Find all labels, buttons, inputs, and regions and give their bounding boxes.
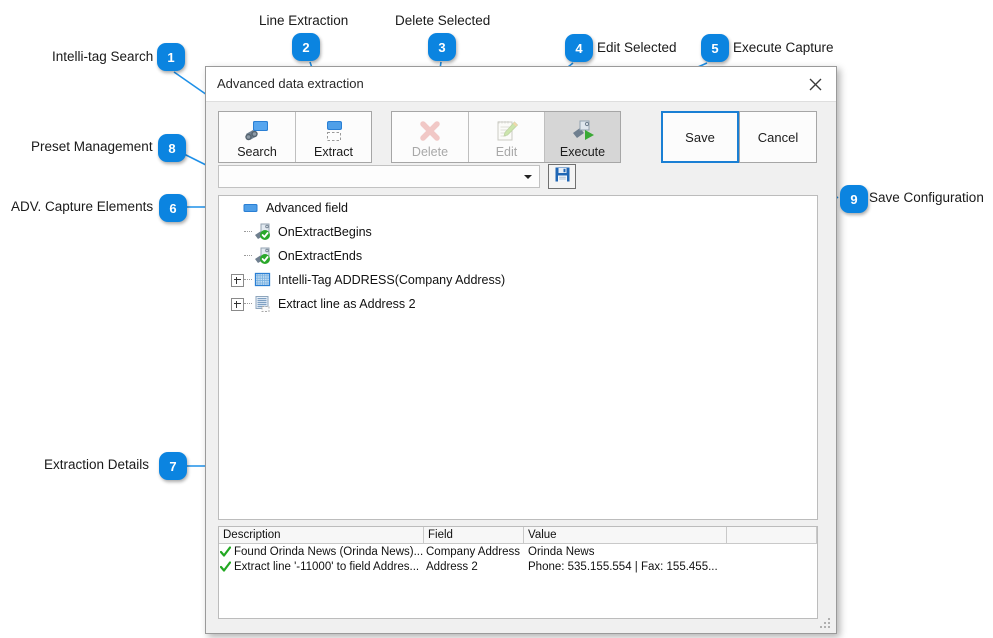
tree-node-label: Extract line as Address 2 (278, 297, 416, 311)
annotation-badge-2: 2 (292, 33, 320, 61)
extract-button[interactable]: Extract (295, 112, 371, 162)
grid-cell: Extract line '-11000' to field Addres... (232, 561, 424, 573)
grid-header-row: DescriptionFieldValue (219, 527, 817, 544)
grid-row[interactable]: Extract line '-11000' to field Addres...… (219, 559, 817, 574)
success-check-icon (219, 546, 232, 557)
tree-node[interactable]: OnExtractBegins (219, 220, 817, 244)
capture-elements-tree[interactable]: Advanced field OnExtractBegins OnExtractEn… (218, 195, 818, 520)
grid-body: Found Orinda News (Orinda News)...Compan… (219, 544, 817, 574)
delete-button[interactable]: Delete (392, 112, 468, 162)
grid-cell: Orinda News (524, 546, 727, 558)
success-check-icon (219, 561, 232, 572)
tree-node[interactable]: Intelli-Tag ADDRESS(Company Address) (219, 268, 817, 292)
notepad-pencil-icon (494, 117, 520, 145)
execute-button-label: Execute (560, 145, 605, 159)
toolbar-group-capture: Search Extract (218, 111, 372, 163)
grid-row[interactable]: Found Orinda News (Orinda News)...Compan… (219, 544, 817, 559)
tree-node-label: Intelli-Tag ADDRESS(Company Address) (278, 273, 505, 287)
grid-column-header[interactable]: Value (524, 527, 727, 543)
grip-dot (828, 622, 830, 624)
search-button[interactable]: Search (219, 112, 295, 162)
annotation-badge-8: 8 (158, 134, 186, 162)
tree-node-label: Advanced field (266, 201, 348, 215)
save-button[interactable]: Save (661, 111, 739, 163)
expand-node-icon[interactable] (231, 274, 244, 287)
grid-column-header[interactable]: Description (219, 527, 424, 543)
tree-connector (244, 255, 252, 257)
dialog-titlebar: Advanced data extraction (206, 67, 836, 102)
execute-button[interactable]: Execute (544, 112, 620, 162)
preset-select[interactable] (218, 165, 540, 188)
advanced-data-extraction-dialog: Advanced data extraction (205, 66, 837, 634)
floppy-disk-save-icon (555, 167, 570, 187)
search-button-label: Search (237, 145, 277, 159)
execute-play-icon (570, 117, 596, 145)
preset-management-row (218, 165, 578, 189)
annotation-badge-6: 6 (159, 194, 187, 222)
edit-button-label: Edit (496, 145, 518, 159)
grid-cell: Phone: 535.155.554 | Fax: 155.455... (524, 561, 727, 573)
event-check-icon (254, 223, 272, 241)
lines-document-icon (254, 295, 272, 313)
grip-dot (820, 626, 822, 628)
tree-node-label: OnExtractEnds (278, 249, 362, 263)
cancel-button[interactable]: Cancel (739, 111, 817, 163)
red-x-delete-icon (417, 117, 443, 145)
dialog-title: Advanced data extraction (217, 76, 364, 91)
save-button-label: Save (685, 130, 715, 145)
save-preset-button[interactable] (548, 164, 576, 189)
grip-dot (824, 622, 826, 624)
grip-dot (828, 618, 830, 620)
grip-dot (824, 626, 826, 628)
tree-node-label: OnExtractBegins (278, 225, 372, 239)
annotation-badge-4: 4 (565, 34, 593, 62)
screen-root: Intelli-tag Search1Line Extraction2Delet… (0, 0, 993, 638)
extraction-details-grid[interactable]: DescriptionFieldValue Found Orinda News … (218, 526, 818, 619)
tree-connector (244, 279, 252, 281)
edit-button[interactable]: Edit (468, 112, 544, 162)
event-check-icon (254, 247, 272, 265)
tree-node[interactable]: Advanced field (219, 196, 817, 220)
close-icon[interactable] (802, 72, 828, 96)
extract-button-label: Extract (314, 145, 353, 159)
annotation-badge-3: 3 (428, 33, 456, 61)
toolbar-group-actions: Delete (391, 111, 621, 163)
expand-node-icon[interactable] (231, 298, 244, 311)
resize-grip[interactable] (820, 618, 832, 630)
annotation-badge-5: 5 (701, 34, 729, 62)
tree-connector (244, 231, 252, 233)
tree-node[interactable]: OnExtractEnds (219, 244, 817, 268)
binoculars-search-icon (244, 117, 270, 145)
tree-node[interactable]: Extract line as Address 2 (219, 292, 817, 316)
grid-column-header[interactable] (727, 527, 817, 543)
toolbar: Search Extract (206, 101, 836, 163)
chevron-down-icon (524, 175, 532, 179)
blue-field-icon (242, 199, 260, 217)
annotation-badge-1: 1 (157, 43, 185, 71)
annotation-badge-9: 9 (840, 185, 868, 213)
grid-column-header[interactable]: Field (424, 527, 524, 543)
grid-cell: Found Orinda News (Orinda News)... (232, 546, 424, 558)
tree-connector (244, 303, 252, 305)
grid-cell: Company Address (424, 546, 524, 558)
grid-cell: Address 2 (424, 561, 524, 573)
cancel-button-label: Cancel (758, 130, 798, 145)
extract-region-icon (321, 117, 347, 145)
grid-table-icon (254, 271, 272, 289)
delete-button-label: Delete (412, 145, 448, 159)
annotation-badge-7: 7 (159, 452, 187, 480)
grip-dot (828, 626, 830, 628)
